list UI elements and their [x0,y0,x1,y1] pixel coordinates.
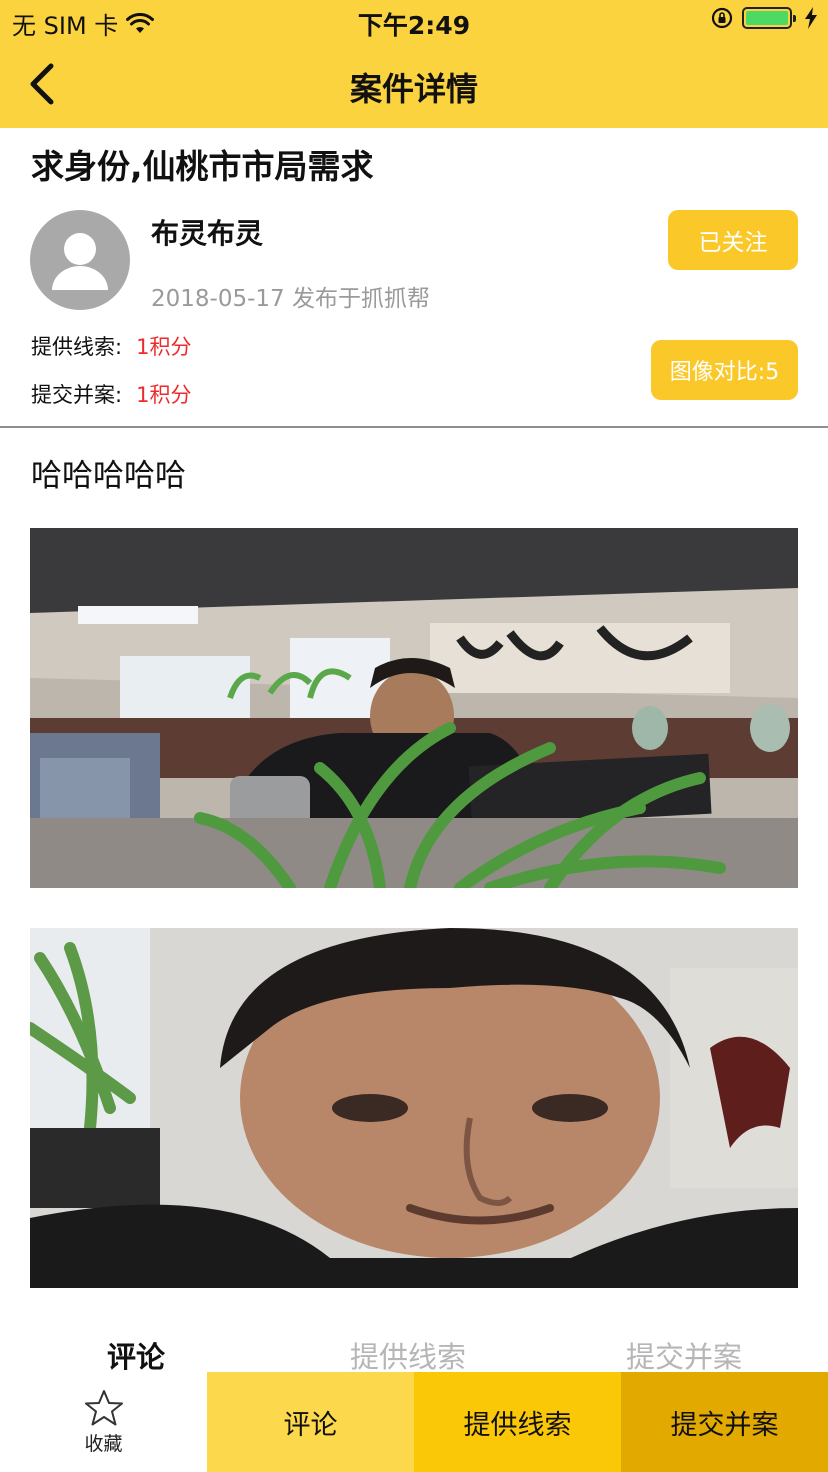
avatar[interactable] [30,210,130,310]
favorite-label: 收藏 [84,1432,123,1455]
provide-clue-button[interactable]: 提供线索 [414,1372,621,1472]
submit-merge-button[interactable]: 提交并案 [621,1372,828,1472]
tab-comment[interactable]: 评论 [107,1334,165,1376]
reward-row-merge: 提交并案: 1积分 [31,379,191,409]
follow-button[interactable]: 已关注 [668,210,798,270]
reward-row-clue: 提供线索: 1积分 [31,331,191,361]
case-description: 哈哈哈哈哈 [31,458,186,494]
user-avatar-icon [52,233,108,290]
charging-bolt-icon [805,7,817,29]
reward-label: 提交并案: [31,383,123,407]
case-photo-office[interactable] [30,528,798,888]
tab-submit-merge[interactable]: 提交并案 [626,1334,742,1376]
favorite-button[interactable]: 收藏 [0,1372,207,1472]
status-time: 下午2:49 [357,11,471,40]
tab-provide-clue[interactable]: 提供线索 [350,1334,466,1376]
comment-button[interactable]: 评论 [207,1372,414,1472]
case-photo-portrait[interactable] [30,928,798,1288]
office-scene-image [30,528,798,888]
case-title: 求身份,仙桃市市局需求 [31,147,374,186]
portrait-image [30,928,798,1288]
author-name[interactable]: 布灵布灵 [151,212,263,252]
reward-label: 提供线索: [31,335,123,359]
page-title: 案件详情 [349,70,478,108]
status-bar: 无 SIM 卡 下午2:49 [0,0,828,40]
image-compare-button[interactable]: 图像对比:5 [651,340,798,400]
publish-info: 2018-05-17 发布于抓抓帮 [151,286,430,312]
reward-value: 1积分 [136,335,192,359]
bottom-action-bar: 收藏 评论 提供线索 提交并案 [0,1372,828,1472]
navigation-bar: 案件详情 [0,40,828,128]
battery-icon [742,7,796,29]
divider [0,426,828,428]
orientation-lock-icon [711,7,733,29]
status-right [710,6,818,30]
content-tabs: 评论 提供线索 提交并案 [0,1326,828,1376]
reward-value: 1积分 [136,383,192,407]
star-icon [84,1389,123,1425]
